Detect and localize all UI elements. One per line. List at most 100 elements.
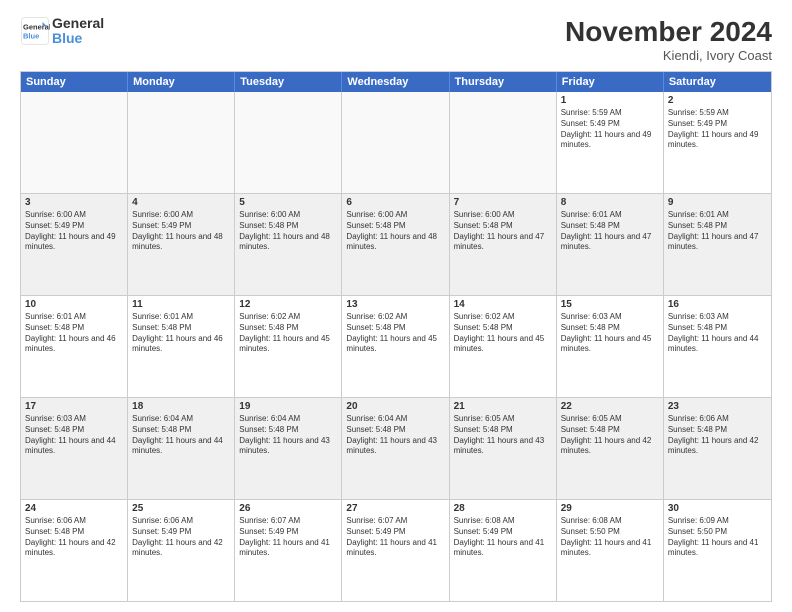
logo-line1: General [52,16,104,31]
cell-info-1-1: Sunrise: 6:00 AM Sunset: 5:49 PM Dayligh… [132,210,230,253]
cell-info-4-5: Sunrise: 6:08 AM Sunset: 5:50 PM Dayligh… [561,516,659,559]
cell-info-1-0: Sunrise: 6:00 AM Sunset: 5:49 PM Dayligh… [25,210,123,253]
cell-info-1-2: Sunrise: 6:00 AM Sunset: 5:48 PM Dayligh… [239,210,337,253]
cal-cell-4-4: 28 Sunrise: 6:08 AM Sunset: 5:49 PM Dayli… [450,500,557,601]
cal-cell-1-3: 6Sunrise: 6:00 AM Sunset: 5:48 PM Daylig… [342,194,449,295]
day-num-1-5: 8 [561,197,659,208]
cal-cell-2-1: 11 Sunrise: 6:01 AM Sunset: 5:48 PM Dayli… [128,296,235,397]
day-num-1-4: 7 [454,197,552,208]
header-thursday: Thursday [450,72,557,92]
cell-info-3-3: Sunrise: 6:04 AM Sunset: 5:48 PM Dayligh… [346,414,444,457]
cell-info-4-0: Sunrise: 6:06 AM Sunset: 5:48 PM Dayligh… [25,516,123,559]
cell-info-2-2: Sunrise: 6:02 AM Sunset: 5:48 PM Dayligh… [239,312,337,355]
day-num-4-4: 28 [454,503,552,514]
header-saturday: Saturday [664,72,771,92]
header-wednesday: Wednesday [342,72,449,92]
day-num-3-3: 20 [346,401,444,412]
day-num-0-6: 2 [668,95,767,106]
cal-cell-4-1: 25 Sunrise: 6:06 AM Sunset: 5:49 PM Dayli… [128,500,235,601]
day-num-2-3: 13 [346,299,444,310]
month-title: November 2024 [565,16,772,48]
day-num-4-1: 25 [132,503,230,514]
title-block: November 2024 Kiendi, Ivory Coast [565,16,772,63]
day-num-4-5: 29 [561,503,659,514]
cal-cell-1-2: 5 Sunrise: 6:00 AM Sunset: 5:48 PM Daylig… [235,194,342,295]
calendar-header: Sunday Monday Tuesday Wednesday Thursday… [21,72,771,92]
calendar: Sunday Monday Tuesday Wednesday Thursday… [20,71,772,602]
cal-cell-3-3: 20 Sunrise: 6:04 AM Sunset: 5:48 PM Dayli… [342,398,449,499]
cal-cell-2-3: 13Sunrise: 6:02 AM Sunset: 5:48 PM Dayli… [342,296,449,397]
cal-cell-3-2: 19Sunrise: 6:04 AM Sunset: 5:48 PM Dayli… [235,398,342,499]
cal-cell-0-4 [450,92,557,193]
logo-icon: General Blue [20,16,50,46]
cal-cell-1-0: 3 Sunrise: 6:00 AM Sunset: 5:49 PM Daylig… [21,194,128,295]
day-num-3-5: 22 [561,401,659,412]
logo-line2: Blue [52,31,104,46]
page: General Blue General Blue November 2024 … [0,0,792,612]
cell-info-4-4: Sunrise: 6:08 AM Sunset: 5:49 PM Dayligh… [454,516,552,559]
cell-info-2-5: Sunrise: 6:03 AM Sunset: 5:48 PM Dayligh… [561,312,659,355]
header-tuesday: Tuesday [235,72,342,92]
cal-cell-0-1 [128,92,235,193]
cell-info-1-6: Sunrise: 6:01 AM Sunset: 5:48 PM Dayligh… [668,210,767,253]
cell-info-1-3: Sunrise: 6:00 AM Sunset: 5:48 PM Dayligh… [346,210,444,253]
cell-info-3-4: Sunrise: 6:05 AM Sunset: 5:48 PM Dayligh… [454,414,552,457]
day-num-0-5: 1 [561,95,659,106]
day-num-2-5: 15 [561,299,659,310]
cal-cell-0-5: 1 Sunrise: 5:59 AM Sunset: 5:49 PM Daylig… [557,92,664,193]
day-num-4-6: 30 [668,503,767,514]
cell-info-3-2: Sunrise: 6:04 AM Sunset: 5:48 PM Dayligh… [239,414,337,457]
cal-cell-1-1: 4 Sunrise: 6:00 AM Sunset: 5:49 PM Daylig… [128,194,235,295]
header-sunday: Sunday [21,72,128,92]
location: Kiendi, Ivory Coast [565,48,772,63]
cell-info-4-6: Sunrise: 6:09 AM Sunset: 5:50 PM Dayligh… [668,516,767,559]
cal-cell-4-5: 29 Sunrise: 6:08 AM Sunset: 5:50 PM Dayli… [557,500,664,601]
cell-info-4-1: Sunrise: 6:06 AM Sunset: 5:49 PM Dayligh… [132,516,230,559]
cal-cell-4-3: 27 Sunrise: 6:07 AM Sunset: 5:49 PM Dayli… [342,500,449,601]
cell-info-4-3: Sunrise: 6:07 AM Sunset: 5:49 PM Dayligh… [346,516,444,559]
cal-cell-4-2: 26 Sunrise: 6:07 AM Sunset: 5:49 PM Dayli… [235,500,342,601]
cell-info-4-2: Sunrise: 6:07 AM Sunset: 5:49 PM Dayligh… [239,516,337,559]
calendar-body: 1 Sunrise: 5:59 AM Sunset: 5:49 PM Daylig… [21,92,771,601]
cell-info-2-1: Sunrise: 6:01 AM Sunset: 5:48 PM Dayligh… [132,312,230,355]
cell-info-2-4: Sunrise: 6:02 AM Sunset: 5:48 PM Dayligh… [454,312,552,355]
week-row-2: 10 Sunrise: 6:01 AM Sunset: 5:48 PM Dayli… [21,295,771,397]
cell-info-3-1: Sunrise: 6:04 AM Sunset: 5:48 PM Dayligh… [132,414,230,457]
cal-cell-0-2 [235,92,342,193]
day-num-2-0: 10 [25,299,123,310]
day-num-3-0: 17 [25,401,123,412]
cal-cell-2-5: 15 Sunrise: 6:03 AM Sunset: 5:48 PM Dayli… [557,296,664,397]
day-num-4-3: 27 [346,503,444,514]
logo: General Blue General Blue [20,16,104,47]
svg-text:Blue: Blue [23,32,39,41]
cal-cell-0-0 [21,92,128,193]
day-num-2-2: 12 [239,299,337,310]
cal-cell-3-5: 22 Sunrise: 6:05 AM Sunset: 5:48 PM Dayli… [557,398,664,499]
week-row-0: 1 Sunrise: 5:59 AM Sunset: 5:49 PM Daylig… [21,92,771,193]
day-num-2-4: 14 [454,299,552,310]
day-num-2-1: 11 [132,299,230,310]
svg-text:General: General [23,23,50,32]
cal-cell-3-0: 17Sunrise: 6:03 AM Sunset: 5:48 PM Dayli… [21,398,128,499]
day-num-1-0: 3 [25,197,123,208]
cal-cell-1-6: 9Sunrise: 6:01 AM Sunset: 5:48 PM Daylig… [664,194,771,295]
cal-cell-0-6: 2Sunrise: 5:59 AM Sunset: 5:49 PM Daylig… [664,92,771,193]
cell-info-2-6: Sunrise: 6:03 AM Sunset: 5:48 PM Dayligh… [668,312,767,355]
day-num-4-2: 26 [239,503,337,514]
cal-cell-4-0: 24Sunrise: 6:06 AM Sunset: 5:48 PM Dayli… [21,500,128,601]
cell-info-1-5: Sunrise: 6:01 AM Sunset: 5:48 PM Dayligh… [561,210,659,253]
cell-info-1-4: Sunrise: 6:00 AM Sunset: 5:48 PM Dayligh… [454,210,552,253]
cal-cell-2-2: 12 Sunrise: 6:02 AM Sunset: 5:48 PM Dayli… [235,296,342,397]
cell-info-2-0: Sunrise: 6:01 AM Sunset: 5:48 PM Dayligh… [25,312,123,355]
day-num-1-2: 5 [239,197,337,208]
week-row-1: 3 Sunrise: 6:00 AM Sunset: 5:49 PM Daylig… [21,193,771,295]
week-row-3: 17Sunrise: 6:03 AM Sunset: 5:48 PM Dayli… [21,397,771,499]
day-num-3-4: 21 [454,401,552,412]
week-row-4: 24Sunrise: 6:06 AM Sunset: 5:48 PM Dayli… [21,499,771,601]
cal-cell-2-4: 14 Sunrise: 6:02 AM Sunset: 5:48 PM Dayli… [450,296,557,397]
day-num-1-1: 4 [132,197,230,208]
cell-info-0-5: Sunrise: 5:59 AM Sunset: 5:49 PM Dayligh… [561,108,659,151]
cal-cell-3-1: 18Sunrise: 6:04 AM Sunset: 5:48 PM Dayli… [128,398,235,499]
cell-info-3-5: Sunrise: 6:05 AM Sunset: 5:48 PM Dayligh… [561,414,659,457]
day-num-3-6: 23 [668,401,767,412]
